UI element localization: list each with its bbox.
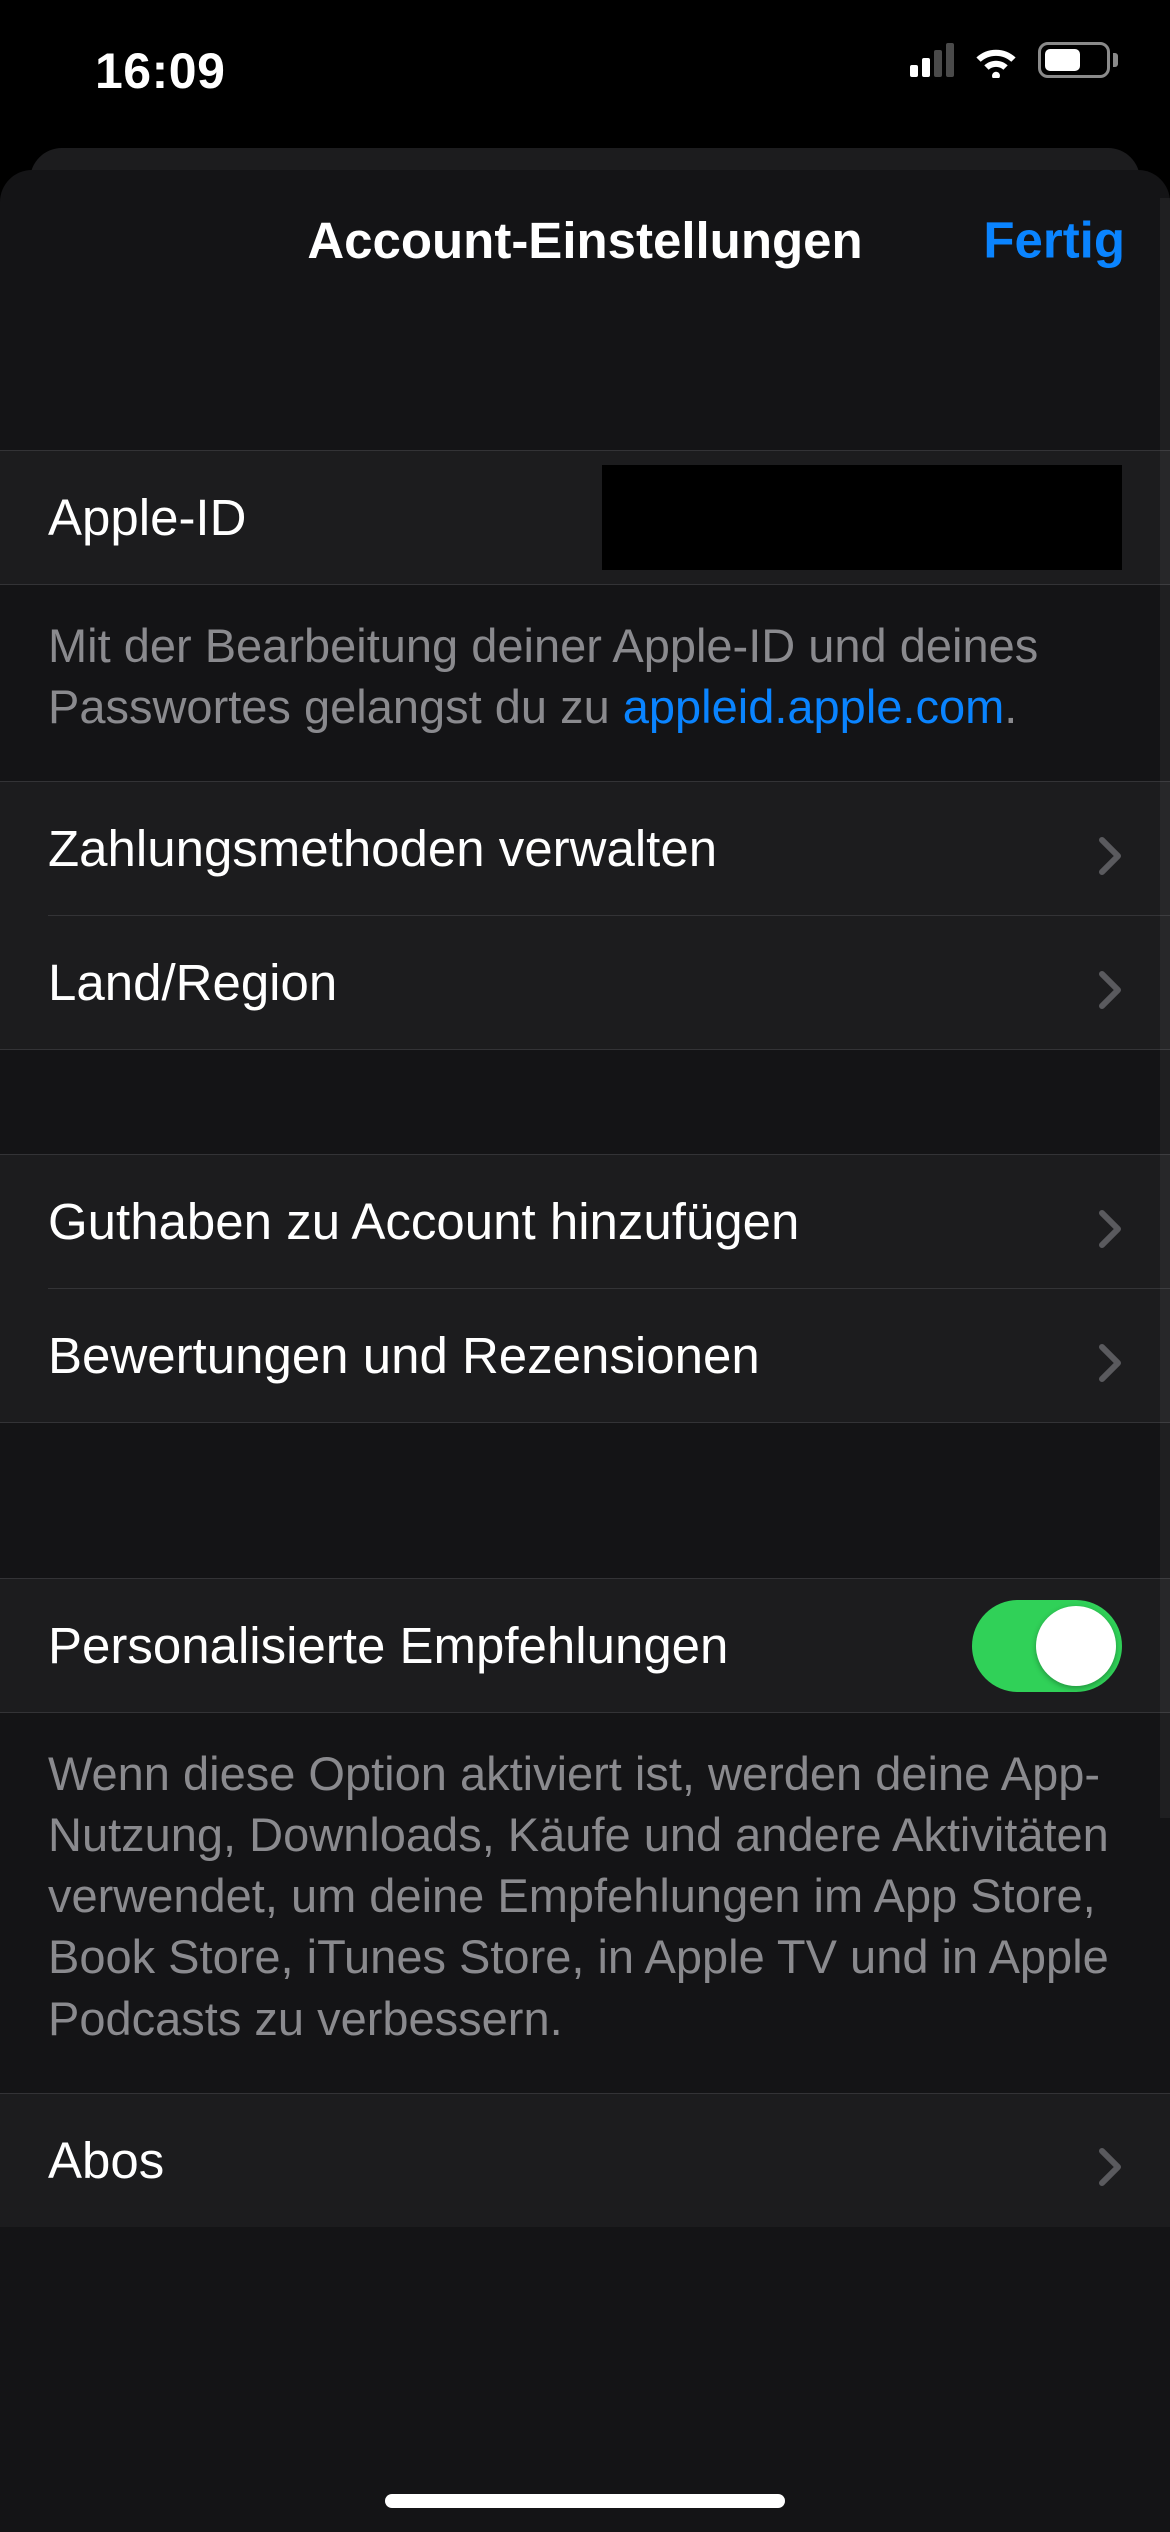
- payment-region-group: Zahlungsmethoden verwalten Land/Region: [0, 782, 1170, 1049]
- chevron-right-icon: [1098, 1202, 1122, 1242]
- subscriptions-row[interactable]: Abos: [0, 2094, 1170, 2227]
- chevron-right-icon: [1098, 963, 1122, 1003]
- battery-icon: [1038, 42, 1118, 78]
- apple-id-link[interactable]: appleid.apple.com: [623, 680, 1005, 733]
- subscriptions-label: Abos: [48, 2131, 1074, 2190]
- ratings-reviews-row[interactable]: Bewertungen und Rezensionen: [0, 1289, 1170, 1422]
- apple-id-footer: Mit der Bearbeitung deiner Apple-ID und …: [0, 585, 1170, 781]
- chevron-right-icon: [1098, 1336, 1122, 1376]
- cellular-icon: [910, 43, 954, 77]
- status-indicators: [910, 42, 1118, 78]
- recommendations-group: Personalisierte Empfehlungen: [0, 1579, 1170, 1712]
- group-gap: [0, 1423, 1170, 1578]
- nav-bar: Account-Einstellungen Fertig: [0, 170, 1170, 310]
- country-region-label: Land/Region: [48, 953, 1074, 1012]
- page-title: Account-Einstellungen: [307, 211, 862, 270]
- manage-payments-row[interactable]: Zahlungsmethoden verwalten: [0, 782, 1170, 915]
- group-gap: [0, 1050, 1170, 1154]
- apple-id-footer-text-post: .: [1004, 680, 1017, 733]
- toggle-knob: [1036, 1606, 1116, 1686]
- chevron-right-icon: [1098, 2140, 1122, 2180]
- add-funds-row[interactable]: Guthaben zu Account hinzufügen: [0, 1155, 1170, 1288]
- done-button[interactable]: Fertig: [983, 211, 1125, 270]
- status-bar: 16:09: [0, 0, 1170, 110]
- personalized-recommendations-toggle[interactable]: [972, 1600, 1122, 1692]
- add-funds-label: Guthaben zu Account hinzufügen: [48, 1192, 1074, 1251]
- recommendations-footer: Wenn diese Option aktiviert ist, werden …: [0, 1713, 1170, 2092]
- wifi-icon: [972, 42, 1020, 78]
- apple-id-row[interactable]: Apple-ID: [0, 451, 1170, 584]
- ratings-reviews-label: Bewertungen und Rezensionen: [48, 1326, 1074, 1385]
- country-region-row[interactable]: Land/Region: [0, 916, 1170, 1049]
- apple-id-label: Apple-ID: [48, 488, 602, 547]
- status-time: 16:09: [95, 42, 225, 100]
- spacer: [0, 310, 1170, 450]
- account-settings-sheet: Account-Einstellungen Fertig Apple-ID Mi…: [0, 170, 1170, 2532]
- scroll-indicator: [1160, 198, 1170, 1818]
- manage-payments-label: Zahlungsmethoden verwalten: [48, 819, 1074, 878]
- personalized-recommendations-label: Personalisierte Empfehlungen: [48, 1616, 948, 1675]
- personalized-recommendations-row: Personalisierte Empfehlungen: [0, 1579, 1170, 1712]
- settings-scroll[interactable]: Apple-ID Mit der Bearbeitung deiner Appl…: [0, 310, 1170, 2532]
- apple-id-group: Apple-ID: [0, 451, 1170, 584]
- chevron-right-icon: [1098, 829, 1122, 869]
- funds-reviews-group: Guthaben zu Account hinzufügen Bewertung…: [0, 1155, 1170, 1422]
- subscriptions-group: Abos: [0, 2094, 1170, 2227]
- apple-id-value-redacted: [602, 465, 1122, 570]
- home-indicator[interactable]: [385, 2494, 785, 2508]
